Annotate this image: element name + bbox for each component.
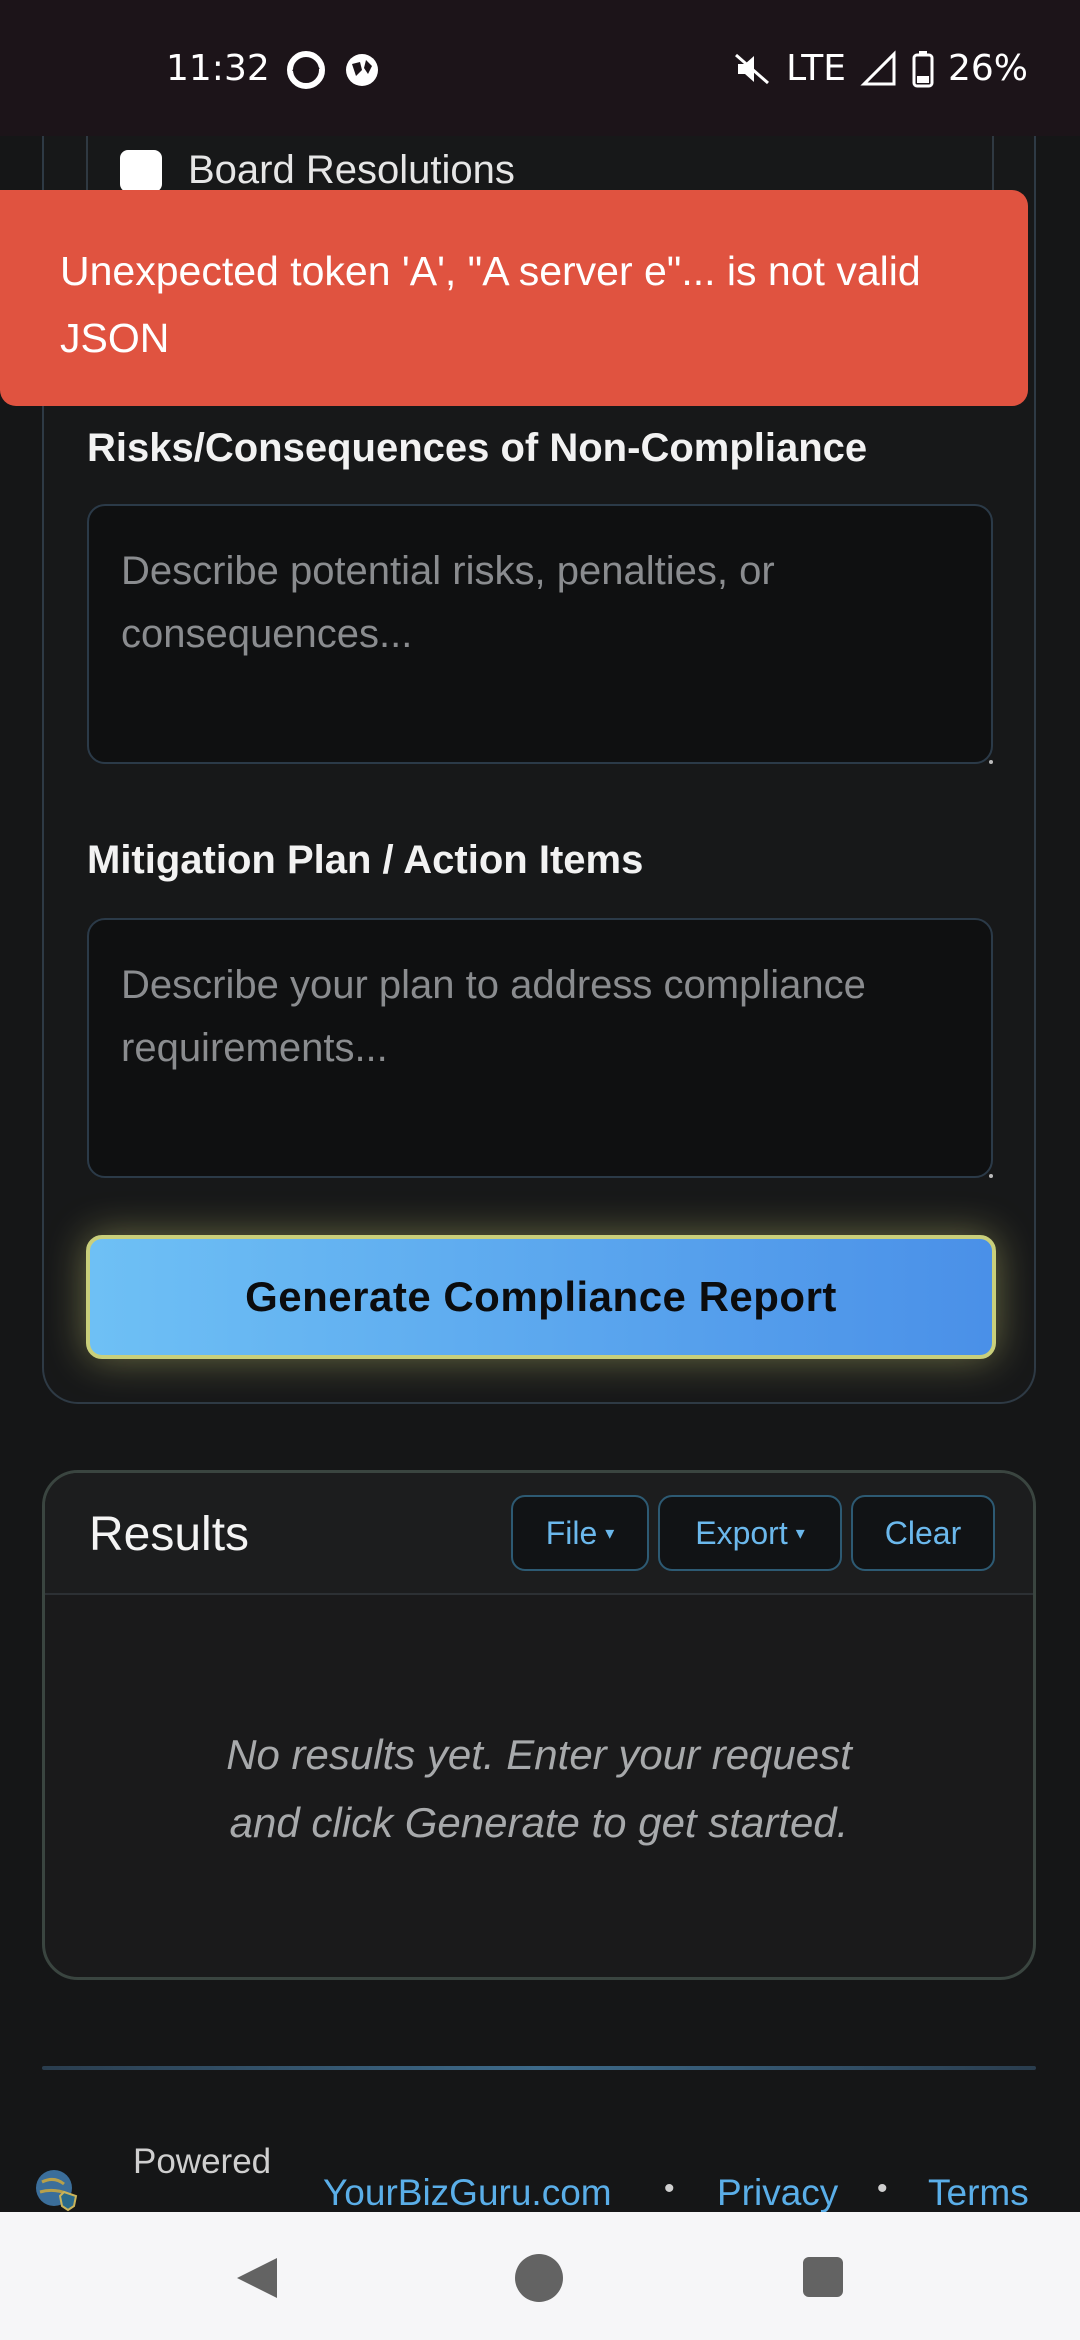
results-header: Results File ▾ Export ▾ Clear: [45, 1473, 1033, 1595]
home-icon[interactable]: [515, 2254, 563, 2302]
powered-by-text: Powered: [133, 2142, 272, 2181]
mitigation-label: Mitigation Plan / Action Items: [87, 838, 644, 882]
export-menu-button[interactable]: Export ▾: [658, 1495, 842, 1571]
privacy-link[interactable]: Privacy: [717, 2172, 838, 2214]
footer-separator: •: [877, 2172, 888, 2205]
chevron-down-icon: ▾: [605, 1522, 615, 1543]
back-icon[interactable]: [233, 2254, 281, 2302]
mitigation-placeholder: Describe your plan to address compliance…: [121, 963, 866, 1070]
file-button-label: File: [545, 1514, 598, 1551]
globe-icon: [346, 54, 378, 86]
export-button-label: Export: [695, 1514, 788, 1551]
resize-handle[interactable]: [989, 1174, 993, 1178]
board-resolutions-label: Board Resolutions: [188, 148, 515, 192]
generate-report-button[interactable]: Generate Compliance Report: [86, 1235, 996, 1359]
mute-icon: [735, 53, 770, 84]
error-toast[interactable]: Unexpected token 'A', "A server e"... is…: [0, 190, 1028, 406]
battery-level: 26%: [947, 48, 1028, 89]
empty-message-text: No results yet. Enter your request and c…: [226, 1731, 852, 1846]
clear-button-label: Clear: [884, 1514, 962, 1551]
footer-divider: [42, 2066, 1036, 2070]
recents-icon[interactable]: [803, 2257, 843, 2297]
error-toast-message: Unexpected token 'A', "A server e"... is…: [60, 248, 921, 361]
signal-icon: [860, 49, 896, 85]
terms-link[interactable]: Terms: [928, 2172, 1029, 2214]
battery-icon: [912, 50, 934, 87]
risks-label: Risks/Consequences of Non-Compliance: [87, 426, 868, 470]
edge-browser-icon: [287, 51, 325, 89]
status-time: 11:32: [166, 48, 270, 89]
status-bar: 11:32 LTE 26%: [0, 0, 1080, 136]
globe-shield-logo-icon: [36, 2170, 78, 2212]
yourbizguru-link[interactable]: YourBizGuru.com: [323, 2172, 612, 2214]
file-menu-button[interactable]: File ▾: [511, 1495, 649, 1571]
clear-button[interactable]: Clear: [851, 1495, 995, 1571]
risks-textarea[interactable]: Describe potential risks, penalties, or …: [87, 504, 993, 764]
board-resolutions-checkbox[interactable]: [120, 150, 162, 192]
resize-handle[interactable]: [989, 760, 993, 764]
chevron-down-icon: ▾: [795, 1522, 805, 1543]
risks-placeholder: Describe potential risks, penalties, or …: [121, 549, 775, 656]
footer-separator: •: [664, 2172, 675, 2205]
results-title: Results: [89, 1508, 250, 1561]
mitigation-textarea[interactable]: Describe your plan to address compliance…: [87, 918, 993, 1178]
results-card: Results File ▾ Export ▾ Clear No results…: [42, 1470, 1036, 1980]
network-type: LTE: [786, 48, 846, 89]
results-empty-message: No results yet. Enter your request and c…: [45, 1721, 1033, 1857]
status-right: LTE 26%: [732, 48, 1028, 89]
